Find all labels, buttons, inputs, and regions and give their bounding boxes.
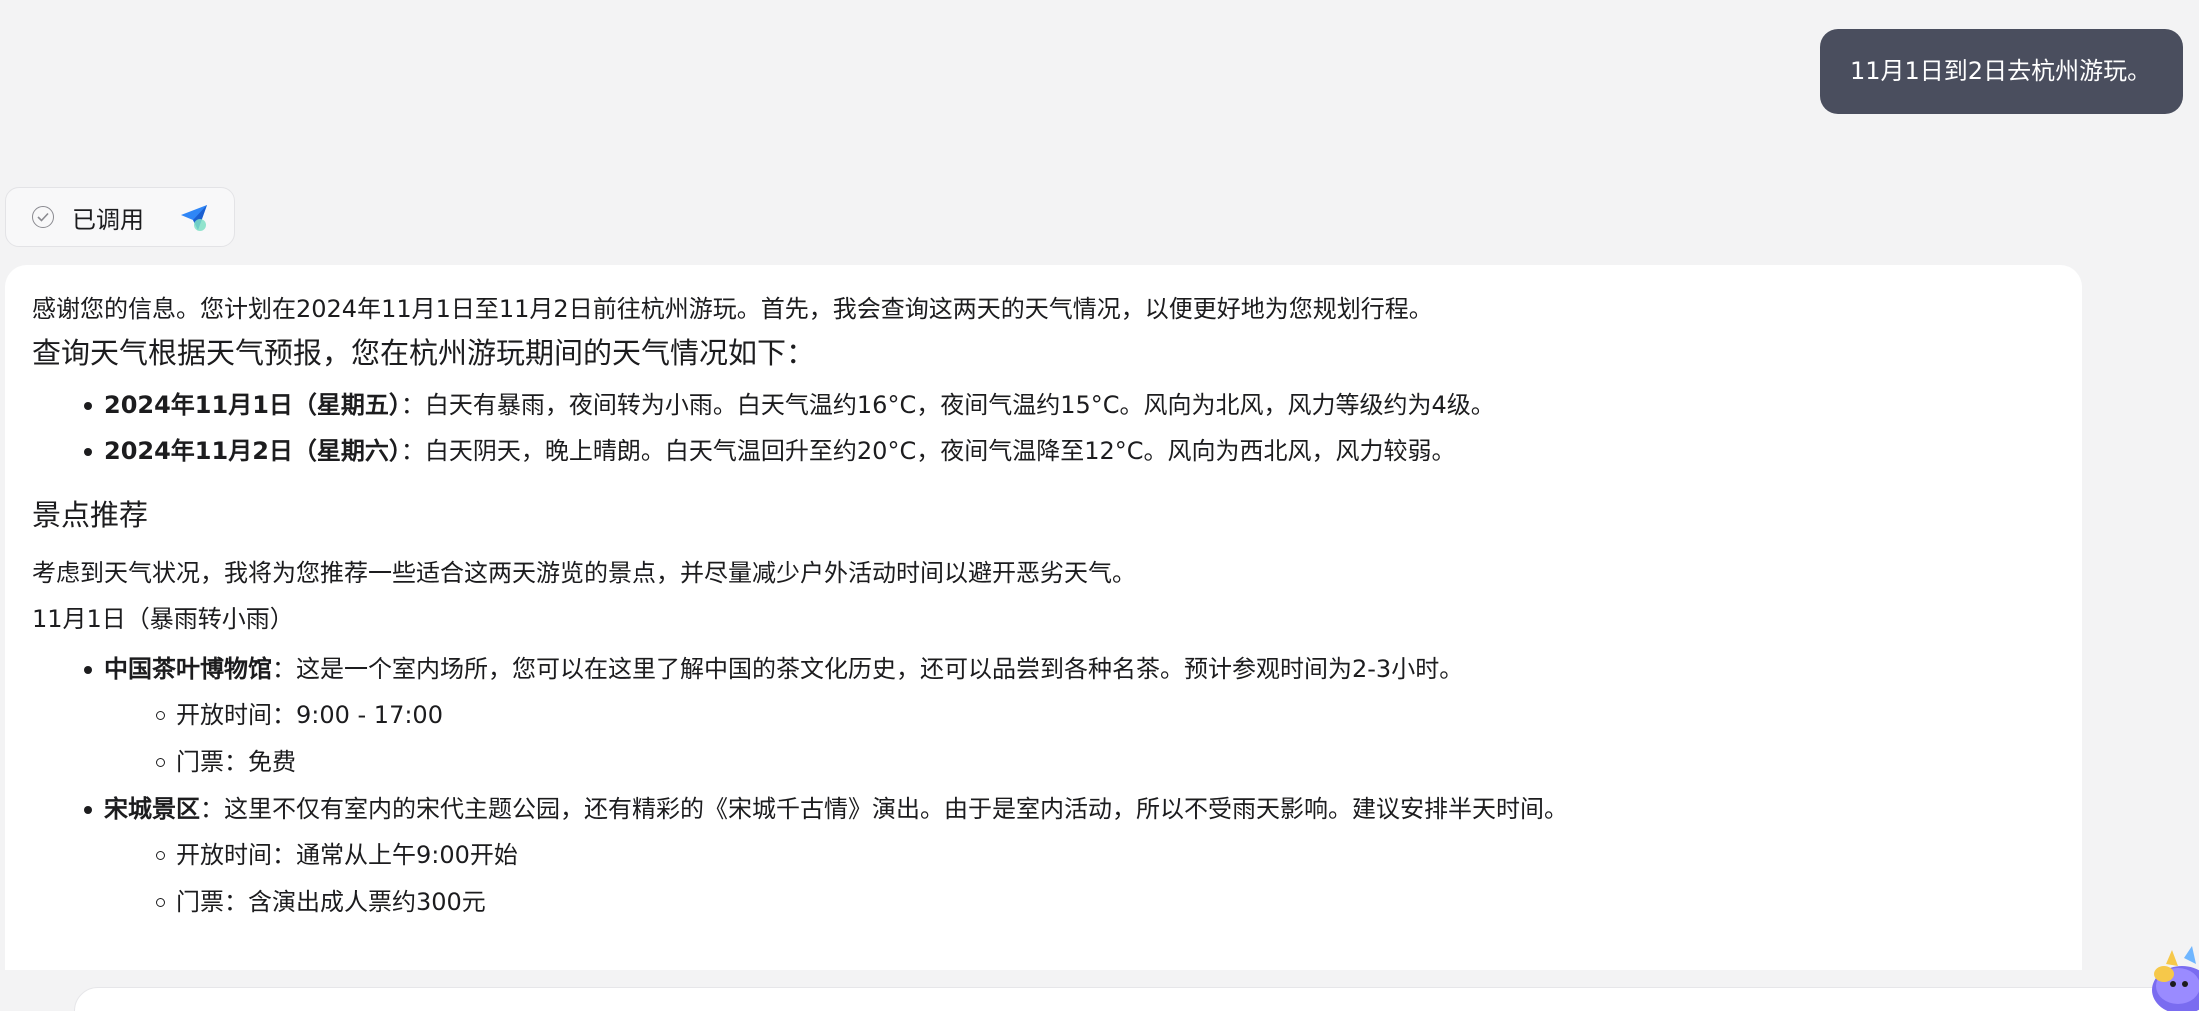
spot-text: ：这是一个室内场所，您可以在这里了解中国的茶文化历史，还可以品尝到各种名茶。预计…: [272, 655, 1464, 683]
weather-plugin-icon: [178, 201, 210, 233]
day1-heading: 11月1日（暴雨转小雨）: [32, 605, 294, 633]
list-item: 门票：免费: [104, 744, 2082, 780]
weather-text: ：白天有暴雨，夜间转为小雨。白天气温约16°C，夜间气温约15°C。风向为北风，…: [400, 391, 1495, 419]
chat-input[interactable]: [74, 987, 2199, 1011]
weather-heading: 查询天气根据天气预报，您在杭州游玩期间的天气情况如下：: [32, 336, 816, 370]
answer-intro: 感谢您的信息。您计划在2024年11月1日至11月2日前往杭州游玩。首先，我会查…: [32, 295, 1433, 323]
list-item: 开放时间：9:00 - 17:00: [104, 697, 2082, 733]
assistant-answer-card: 感谢您的信息。您计划在2024年11月1日至11月2日前往杭州游玩。首先，我会查…: [5, 265, 2082, 970]
spots-heading: 景点推荐: [32, 498, 149, 532]
tool-chip-label: 已调用: [72, 205, 144, 234]
spots-list: 中国茶叶博物馆：这是一个室内场所，您可以在这里了解中国的茶文化历史，还可以品尝到…: [32, 651, 2082, 920]
spot-name: 中国茶叶博物馆: [104, 655, 272, 683]
spots-intro: 考虑到天气状况，我将为您推荐一些适合这两天游览的景点，并尽量减少户外活动时间以避…: [32, 559, 1136, 587]
assistant-mascot-icon[interactable]: [2148, 944, 2199, 1011]
spot-name: 宋城景区: [104, 795, 200, 823]
weather-date: 2024年11月1日（星期五）: [104, 391, 401, 419]
list-item: 门票：含演出成人票约300元: [104, 884, 2082, 920]
weather-text: ：白天阴天，晚上晴朗。白天气温回升至约20°C，夜间气温降至12°C。风向为西北…: [400, 437, 1456, 465]
user-message-bubble: 11月1日到2日去杭州游玩。: [1820, 29, 2183, 114]
list-item: 2024年11月1日（星期五）：白天有暴雨，夜间转为小雨。白天气温约16°C，夜…: [32, 387, 2082, 423]
weather-list: 2024年11月1日（星期五）：白天有暴雨，夜间转为小雨。白天气温约16°C，夜…: [32, 387, 2082, 469]
weather-date: 2024年11月2日（星期六）: [104, 437, 401, 465]
spot-text: ：这里不仅有室内的宋代主题公园，还有精彩的《宋城千古情》演出。由于是室内活动，所…: [200, 795, 1568, 823]
chat-page: 11月1日到2日去杭州游玩。 已调用 感谢您的信息。您计划在2024年11月1日…: [0, 0, 2199, 1011]
check-circle-icon: [32, 206, 54, 228]
spot-details: 开放时间：9:00 - 17:00 门票：免费: [104, 697, 2082, 780]
list-item: 中国茶叶博物馆：这是一个室内场所，您可以在这里了解中国的茶文化历史，还可以品尝到…: [32, 651, 2082, 780]
list-item: 2024年11月2日（星期六）：白天阴天，晚上晴朗。白天气温回升至约20°C，夜…: [32, 433, 2082, 469]
spot-details: 开放时间：通常从上午9:00开始 门票：含演出成人票约300元: [104, 837, 2082, 920]
list-item: 开放时间：通常从上午9:00开始: [104, 837, 2082, 873]
list-item: 宋城景区：这里不仅有室内的宋代主题公园，还有精彩的《宋城千古情》演出。由于是室内…: [32, 791, 2082, 920]
tool-called-chip[interactable]: 已调用: [5, 187, 235, 247]
